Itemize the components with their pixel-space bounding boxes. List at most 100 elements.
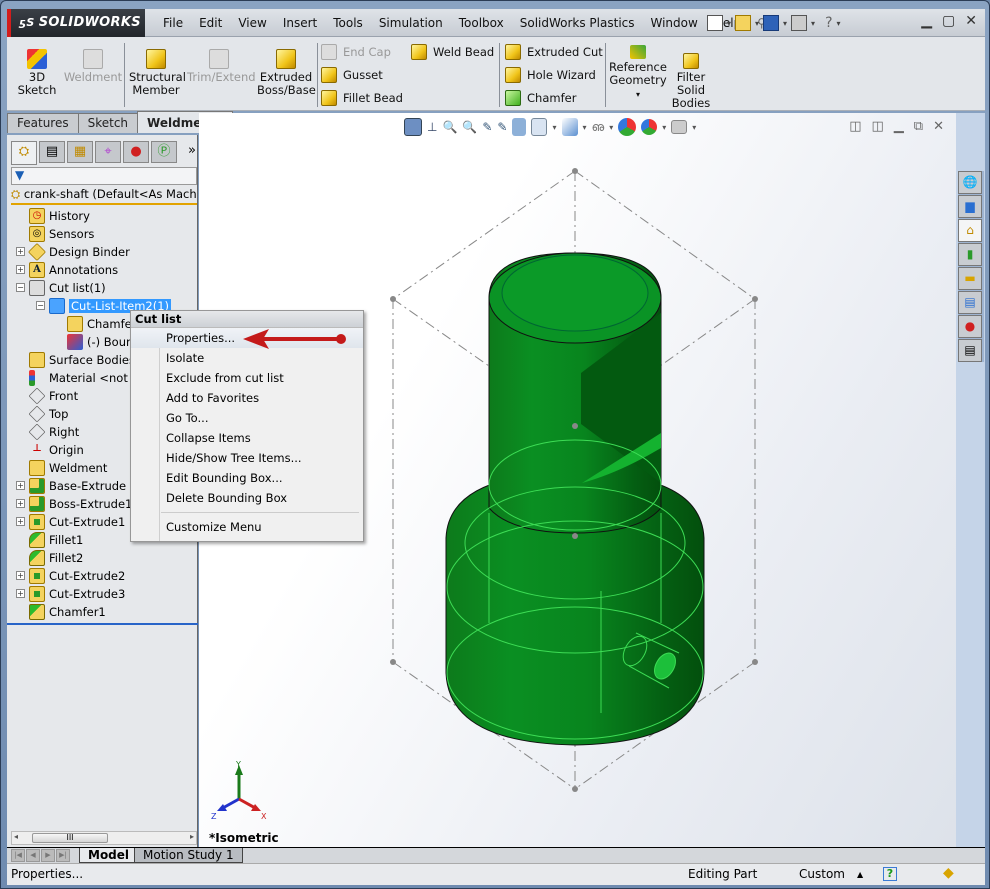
menu-tools[interactable]: Tools	[325, 16, 371, 30]
label: Extruded Cut	[527, 45, 603, 59]
forum-icon[interactable]: ▆	[958, 195, 982, 218]
tag-icon[interactable]: ◆	[943, 865, 954, 881]
menu-item-collapse-items[interactable]: Collapse Items	[131, 428, 363, 448]
crank-shaft-model[interactable]	[445, 252, 705, 746]
view-palette-icon[interactable]: ▤	[958, 291, 982, 314]
fillet-bead-button[interactable]: Fillet Bead	[321, 90, 403, 106]
menu-item-hide-show-tree-items[interactable]: Hide/Show Tree Items...	[131, 448, 363, 468]
scroll-thumb[interactable]: III	[32, 833, 108, 843]
scroll-right-icon[interactable]: ▸	[190, 832, 194, 841]
units-selector[interactable]: Custom	[799, 867, 845, 881]
hole-wizard-button[interactable]: Hole Wizard	[505, 67, 596, 83]
configuration-manager-tab-icon[interactable]: ▦	[67, 141, 93, 163]
open-folder-icon[interactable]	[735, 15, 752, 31]
expand-icon[interactable]: +	[16, 265, 25, 274]
menu-toolbox[interactable]: Toolbox	[451, 16, 512, 30]
help-question-icon[interactable]: ?	[825, 15, 832, 31]
maximize-icon[interactable]: ▢	[942, 13, 955, 29]
extruded-cut-button[interactable]: Extruded Cut	[505, 44, 603, 60]
next-tab-icon[interactable]: ▶	[41, 849, 55, 862]
new-dropdown-icon[interactable]: ▾	[727, 19, 731, 28]
first-tab-icon[interactable]: |◀	[11, 849, 25, 862]
tab-features[interactable]: Features	[7, 113, 79, 133]
help-icon[interactable]: ?	[883, 867, 897, 881]
tree-item[interactable]: − Cut list(1)	[7, 279, 198, 297]
menu-view[interactable]: View	[230, 16, 274, 30]
expand-icon[interactable]: +	[16, 571, 25, 580]
menu-item-add-to-favorites[interactable]: Add to Favorites	[131, 388, 363, 408]
expand-icon[interactable]: +	[16, 481, 25, 490]
prev-tab-icon[interactable]: ◀	[26, 849, 40, 862]
structural-member-button[interactable]: Structural Member	[129, 49, 186, 97]
custom-properties-icon[interactable]: ▤	[958, 339, 982, 362]
chamfer-button[interactable]: Chamfer	[505, 90, 576, 106]
gusset-button[interactable]: Gusset	[321, 67, 383, 83]
minimize-icon[interactable]: ▁	[921, 13, 932, 29]
expand-icon[interactable]: +	[16, 499, 25, 508]
file-explorer-icon[interactable]: ▬	[958, 267, 982, 290]
menu-item-edit-bounding-box[interactable]: Edit Bounding Box...	[131, 468, 363, 488]
menu-insert[interactable]: Insert	[275, 16, 325, 30]
dimxpert-tab-icon[interactable]: ⌖	[95, 141, 121, 163]
units-dropdown-icon[interactable]: ▲	[857, 870, 863, 879]
collapse-icon[interactable]: −	[16, 283, 25, 292]
reference-geometry-button[interactable]: Reference Geometry ▾	[609, 45, 667, 101]
print-icon[interactable]	[791, 15, 808, 31]
tree-item[interactable]: ◎ Sensors	[7, 225, 198, 243]
appearances-icon[interactable]: ●	[958, 315, 982, 338]
last-tab-icon[interactable]: ▶|	[56, 849, 70, 862]
filter-solid-bodies-button[interactable]: Filter Solid Bodies	[671, 53, 711, 110]
rollback-bar[interactable]	[7, 623, 198, 625]
menu-simulation[interactable]: Simulation	[371, 16, 451, 30]
display-manager-tab-icon[interactable]: ●	[123, 141, 149, 163]
tree-item[interactable]: + A Annotations	[7, 261, 198, 279]
tree-item[interactable]: Fillet2	[7, 549, 198, 567]
tree-root-part[interactable]: ⛭ crank-shaft (Default<As Machi	[11, 187, 197, 205]
home-icon[interactable]: ⌂	[958, 219, 982, 242]
menu-file[interactable]: File	[155, 16, 191, 30]
tab-motion-study-1[interactable]: Motion Study 1	[134, 848, 243, 863]
expand-icon[interactable]: +	[16, 589, 25, 598]
dropdown-arrow-icon[interactable]: ▾	[636, 90, 640, 99]
menu-edit[interactable]: Edit	[191, 16, 230, 30]
tree-item[interactable]: ◷ History	[7, 207, 198, 225]
scroll-left-icon[interactable]: ◂	[14, 832, 18, 841]
design-library-icon[interactable]: ▮	[958, 243, 982, 266]
help-dropdown-icon[interactable]: ▾	[837, 19, 841, 28]
tree-item[interactable]: + Cut-Extrude3	[7, 585, 198, 603]
tree-item[interactable]: Chamfer1	[7, 603, 198, 621]
menu-item-customize-menu[interactable]: Customize Menu	[131, 517, 363, 537]
solidworks-logo[interactable]: ƽS SOLIDWORKS	[7, 9, 145, 37]
solidworks-resources-icon[interactable]: 🌐	[958, 171, 982, 194]
extruded-boss-base-button[interactable]: Extruded Boss/Base	[257, 49, 316, 97]
menu-item-delete-bounding-box[interactable]: Delete Bounding Box	[131, 488, 363, 508]
new-document-icon[interactable]	[707, 15, 723, 31]
tree-item[interactable]: + Design Binder	[7, 242, 198, 262]
expand-icon[interactable]: +	[16, 247, 25, 256]
menu-item-exclude-from-cut-list[interactable]: Exclude from cut list	[131, 368, 363, 388]
feature-manager-tab-icon[interactable]: ⛭	[11, 141, 37, 165]
3d-sketch-button[interactable]: 3D Sketch	[17, 49, 57, 97]
open-dropdown-icon[interactable]: ▾	[755, 19, 759, 28]
plastics-tab-icon[interactable]: Ⓟ	[151, 141, 177, 163]
weld-bead-button[interactable]: Weld Bead	[411, 44, 494, 60]
save-icon[interactable]	[763, 15, 780, 31]
menu-plastics[interactable]: SolidWorks Plastics	[512, 16, 643, 30]
save-dropdown-icon[interactable]: ▾	[783, 19, 787, 28]
reference-triad[interactable]: Y Z X	[209, 760, 273, 824]
property-manager-tab-icon[interactable]: ▤	[39, 141, 65, 163]
weldment-button[interactable]: Weldment	[63, 49, 123, 84]
tree-item[interactable]: + Cut-Extrude2	[7, 567, 198, 585]
end-cap-button[interactable]: End Cap	[321, 44, 391, 60]
menu-item-go-to[interactable]: Go To...	[131, 408, 363, 428]
close-icon[interactable]: ✕	[965, 13, 977, 29]
menu-window[interactable]: Window	[643, 16, 706, 30]
expand-icon[interactable]: +	[16, 517, 25, 526]
tab-model[interactable]: Model	[79, 848, 139, 863]
tab-sketch[interactable]: Sketch	[77, 113, 139, 133]
trim-extend-button[interactable]: Trim/Extend	[187, 49, 256, 84]
print-dropdown-icon[interactable]: ▾	[811, 19, 815, 28]
tree-filter-input[interactable]: ▼	[11, 167, 197, 185]
collapse-icon[interactable]: −	[36, 301, 45, 310]
horizontal-scrollbar[interactable]: ◂ III ▸	[11, 831, 197, 845]
